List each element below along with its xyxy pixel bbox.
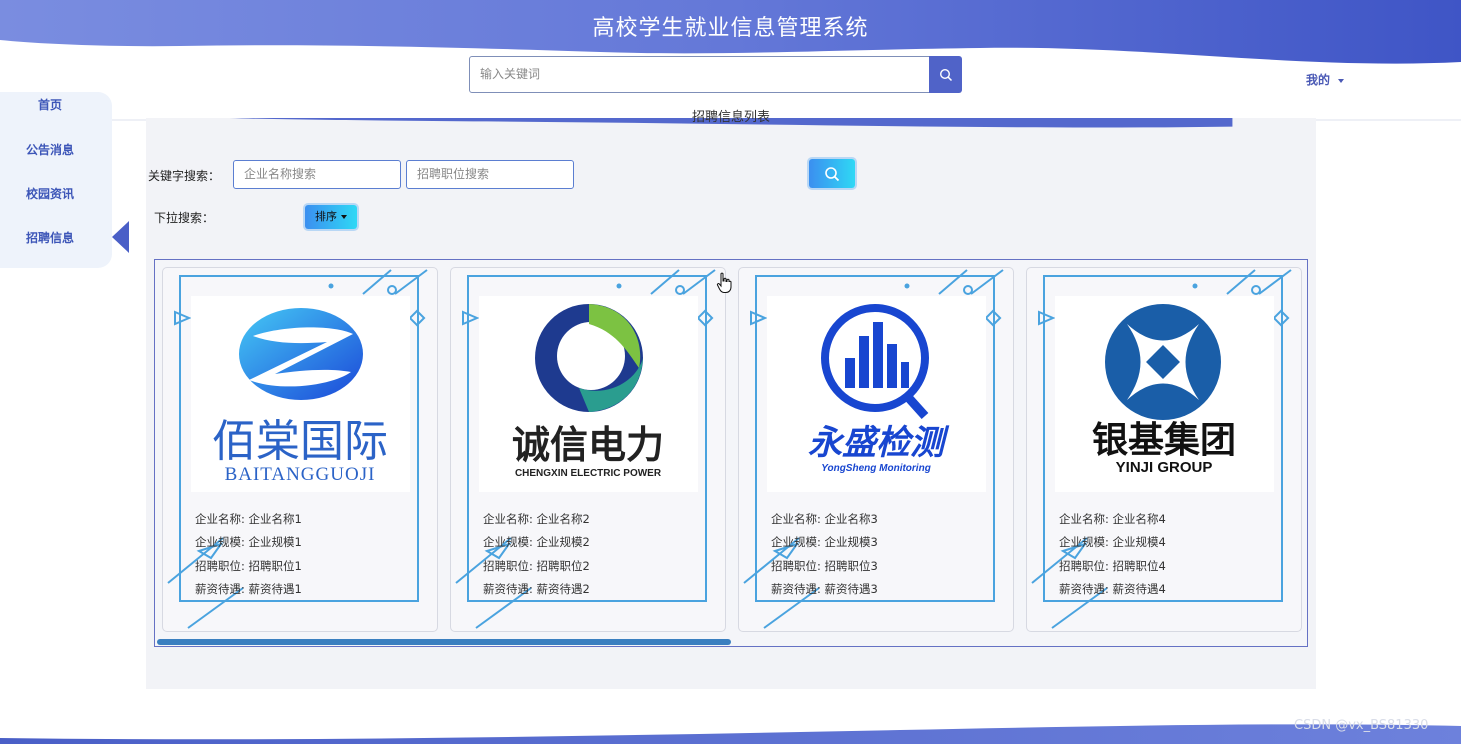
job-list: 佰棠国际 BAITANGGUOJI 企业名称: 企业名称1 企业规模: 企业规模… [154,259,1308,647]
company-logo: 佰棠国际 BAITANGGUOJI [191,296,410,492]
user-menu[interactable]: 我的 [1306,71,1345,88]
sidebar: 首页 公告消息 校园资讯 招聘信息 [0,92,112,268]
search-input[interactable]: 输入关键词 [469,56,930,93]
search-icon [825,166,840,181]
salary: 薪资待遇: 薪资待遇4 [1059,582,1166,596]
logo-cn-text: 佰棠国际 [212,417,388,466]
sidebar-item-home[interactable]: 首页 [0,96,100,113]
logo-cn-text: 诚信电力 [512,425,664,467]
x-circle-logo-icon: 银基集团 YINJI GROUP [1092,304,1236,476]
footer-wave [0,724,1461,744]
company-scale: 企业规模: 企业规模2 [483,535,590,549]
company-logo: 诚信电力 CHENGXIN ELECTRIC POWER [479,296,698,492]
hand-cursor-icon [716,272,732,293]
salary: 薪资待遇: 薪资待遇3 [771,582,878,596]
watermark: CSDN @vx_BS81330 [1294,718,1429,733]
company-name: 企业名称: 企业名称4 [1059,512,1166,526]
job-card[interactable]: 银基集团 YINJI GROUP 企业名称: 企业名称4 企业规模: 企业规模4… [1026,267,1302,632]
logo-en-text: YongSheng Monitoring [821,463,931,474]
sort-dropdown[interactable]: 排序 [305,205,357,229]
page: 高校学生就业信息管理系统 输入关键词 我的 首页 公告消息 校园资讯 招聘信息 … [0,0,1461,744]
sort-label: 排序 [315,210,337,223]
main-panel: 招聘信息列表 关键字搜索： 企业名称搜索 招聘职位搜索 下拉搜索： 排序 佰棠国… [146,110,1316,689]
magnifier-bars-logo-icon: 永盛检测 YongSheng Monitoring [808,304,950,474]
keyword-search-label: 关键字搜索： [148,169,221,183]
logo-en-text: YINJI GROUP [1116,459,1213,476]
z-swirl-logo-icon: 佰棠国际 BAITANGGUOJI [212,308,388,485]
search-icon [939,68,952,81]
user-menu-label: 我的 [1306,73,1331,87]
logo-cn-text: 永盛检测 [808,424,950,462]
company-search-input[interactable]: 企业名称搜索 [233,160,401,189]
caret-down-icon [341,215,347,219]
sidebar-item-announcements[interactable]: 公告消息 [0,141,100,158]
company-scale: 企业规模: 企业规模3 [771,535,878,549]
sidebar-item-campus-news[interactable]: 校园资讯 [0,185,100,202]
ring-swoosh-logo-icon: 诚信电力 CHENGXIN ELECTRIC POWER [512,304,664,479]
logo-en-text: CHENGXIN ELECTRIC POWER [515,468,662,479]
chevron-down-icon [1338,78,1345,83]
company-logo: 银基集团 YINJI GROUP [1055,296,1274,492]
job-position: 招聘职位: 招聘职位3 [771,559,878,573]
job-card[interactable]: 佰棠国际 BAITANGGUOJI 企业名称: 企业名称1 企业规模: 企业规模… [162,267,438,632]
salary: 薪资待遇: 薪资待遇2 [483,582,590,596]
sidebar-item-recruitment[interactable]: 招聘信息 [0,229,100,246]
logo-en-text: BAITANGGUOJI [225,464,376,485]
app-title: 高校学生就业信息管理系统 [592,16,869,41]
dropdown-search-label: 下拉搜索： [154,211,215,225]
job-card[interactable]: 诚信电力 CHENGXIN ELECTRIC POWER 企业名称: 企业名称2… [450,267,726,632]
active-nav-indicator [112,221,129,253]
position-search-input[interactable]: 招聘职位搜索 [406,160,574,189]
job-position: 招聘职位: 招聘职位1 [195,559,302,573]
company-scale: 企业规模: 企业规模1 [195,535,302,549]
job-position: 招聘职位: 招聘职位4 [1059,559,1166,573]
company-name: 企业名称: 企业名称2 [483,512,590,526]
job-card[interactable]: 永盛检测 YongSheng Monitoring 企业名称: 企业名称3 企业… [738,267,1014,632]
company-name: 企业名称: 企业名称3 [771,512,878,526]
job-position: 招聘职位: 招聘职位2 [483,559,590,573]
company-name: 企业名称: 企业名称1 [195,512,302,526]
search-button[interactable] [929,56,962,93]
company-scale: 企业规模: 企业规模4 [1059,535,1166,549]
horizontal-scrollbar[interactable] [157,639,731,645]
salary: 薪资待遇: 薪资待遇1 [195,582,302,596]
logo-cn-text: 银基集团 [1092,419,1236,460]
company-logo: 永盛检测 YongSheng Monitoring [767,296,986,492]
section-title: 招聘信息列表 [691,110,770,125]
filter-search-button[interactable] [809,159,855,188]
